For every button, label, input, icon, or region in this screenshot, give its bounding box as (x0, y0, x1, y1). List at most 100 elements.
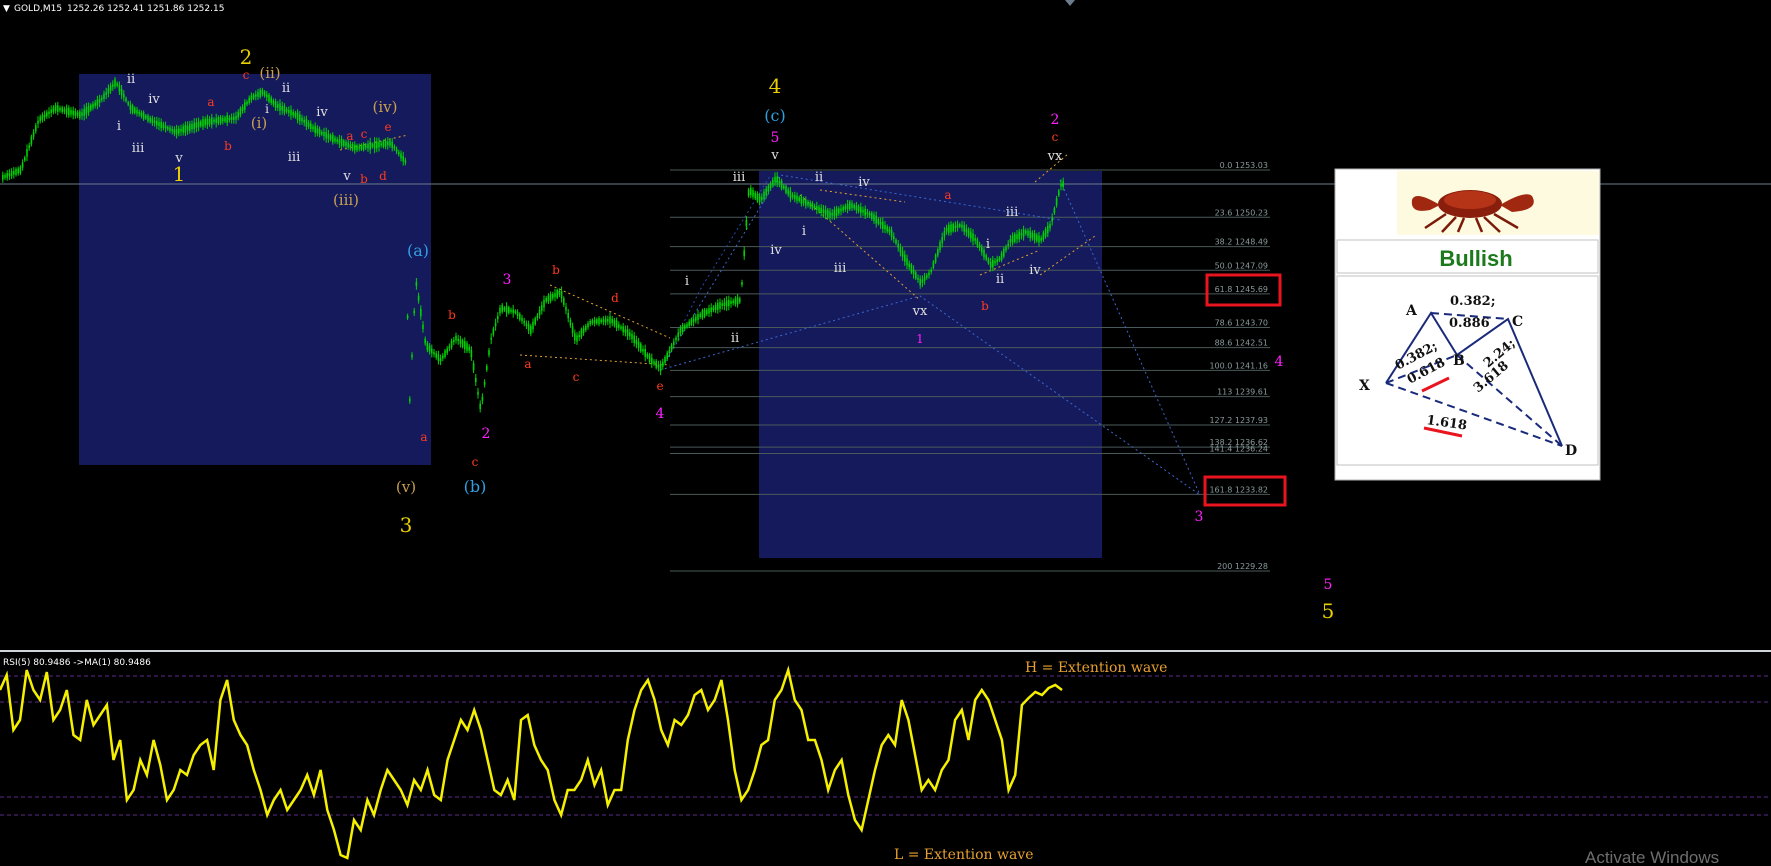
symbol-label: GOLD,M15 (14, 4, 62, 14)
wave-label: 1 (173, 162, 186, 186)
fib-label: 61.8 1245.69 (1215, 285, 1268, 294)
wave-label: i (802, 224, 806, 239)
fib-label: 23.6 1250.23 (1215, 208, 1268, 217)
wave-label: a (207, 95, 214, 109)
wave-label: v (770, 148, 779, 163)
wave-label: ii (996, 272, 1004, 287)
wave-label: 4 (1275, 354, 1284, 370)
wave-label: (a) (407, 241, 429, 260)
rsi-levels (0, 675, 1771, 816)
trading-chart: 0.0 1253.03 23.6 1250.23 38.2 1248.49 50.0 … (0, 0, 1771, 866)
wave-label: i (986, 237, 990, 252)
shift-marker-icon (1065, 0, 1075, 6)
wave-label: 1 (916, 332, 924, 346)
wave-label: a (346, 129, 353, 143)
wave-label: iv (858, 175, 870, 190)
pattern-panel: Bullish X A B C D 0.382; 0.886 0.382; 0.… (1334, 168, 1601, 481)
fib-label: 100.0 1241.16 (1209, 361, 1268, 370)
wave-label: 5 (771, 130, 780, 146)
wave-label: ii (282, 81, 290, 96)
wave-label: 3 (400, 513, 413, 537)
wave-label: iii (834, 261, 846, 276)
ratio-ab-2: 0.886 (1449, 316, 1490, 331)
wave-label: iii (132, 141, 144, 156)
wave-label: i (685, 274, 689, 289)
wave-label: a (524, 357, 531, 371)
wave-label: iii (733, 170, 745, 185)
fib-label: 127.2 1237.93 (1209, 416, 1268, 425)
rsi-header: RSI(5) 80.9486 ->MA(1) 80.9486 (3, 658, 151, 668)
wave-label: iv (316, 105, 328, 120)
fib-label: 0.0 1253.03 (1220, 161, 1268, 170)
wave-label: vx (1047, 149, 1063, 164)
wave-label: v (342, 169, 351, 184)
wave-label: 2 (240, 45, 253, 69)
fib-label: 161.8 1233.82 (1209, 485, 1268, 494)
wave-label: c (361, 127, 368, 141)
wave-label: vx (912, 304, 928, 319)
wave-label: c (573, 370, 580, 384)
wave-label: ii (731, 331, 739, 346)
fib-label: 88.6 1242.51 (1215, 339, 1268, 348)
wave-label: b (224, 139, 232, 153)
wave-label: 5 (1324, 577, 1333, 593)
wave-label: c (472, 455, 479, 469)
wave-label: b (360, 172, 368, 186)
wave-label: iii (1006, 205, 1018, 220)
wave-label: i (117, 119, 121, 134)
point-d: D (1565, 443, 1577, 459)
wave-label: b (981, 299, 989, 313)
wave-label: 2 (1051, 112, 1060, 128)
pattern-title: Bullish (1439, 246, 1512, 271)
wave-label: iv (770, 243, 782, 258)
wave-label: 3 (503, 272, 512, 288)
wave-label: i (265, 102, 269, 116)
wave-label: (i) (251, 114, 268, 132)
fib-label: 113 1239.61 (1217, 388, 1268, 397)
wave-label: d (611, 291, 619, 305)
chart-collapse-icon[interactable]: ▼ (3, 4, 10, 14)
point-a: A (1405, 303, 1418, 319)
windows-watermark: Activate Windows (1585, 848, 1719, 866)
wave-label: (b) (464, 477, 487, 496)
wave-label: b (552, 263, 560, 277)
wave-label: e (656, 379, 663, 393)
fib-label: 38.2 1248.49 (1215, 238, 1268, 247)
wave-label: (ii) (259, 64, 280, 82)
fib-label: 78.6 1243.70 (1215, 319, 1268, 328)
wave-label: 4 (769, 74, 782, 98)
wave-label: ii (127, 72, 135, 87)
wave-label: (v) (396, 478, 416, 496)
wave-label: e (384, 120, 391, 134)
zone-box-left (79, 74, 431, 465)
zone-box-right (759, 171, 1102, 558)
rsi-line (0, 665, 1063, 860)
ohlc-values: 1252.26 1252.41 1251.86 1252.15 (67, 4, 224, 14)
wave-label: (c) (764, 106, 785, 125)
point-b: B (1453, 353, 1465, 369)
wave-label: 4 (656, 406, 665, 422)
rsi-note-high: H = Extention wave (1025, 660, 1167, 676)
wave-label: (iv) (373, 98, 398, 116)
wave-label: (iii) (333, 191, 359, 209)
rsi-note-low: L = Extention wave (894, 847, 1034, 863)
wave-label: 5 (1322, 599, 1335, 623)
wave-label: iv (1029, 263, 1041, 278)
ratio-ab-1: 0.382; (1450, 294, 1496, 309)
wave-label: 2 (482, 426, 491, 442)
point-c: C (1512, 314, 1523, 330)
fib-label: 50.0 1247.09 (1215, 261, 1268, 270)
fib-label: 141.4 1236.24 (1209, 444, 1268, 453)
wave-label: 3 (1195, 509, 1204, 525)
wave-label: d (379, 169, 387, 183)
wave-label: iv (148, 92, 160, 107)
wave-label: c (243, 68, 250, 82)
wave-label: c (1052, 130, 1059, 144)
point-x: X (1359, 378, 1370, 394)
wave-label: iii (288, 150, 300, 165)
wave-label: a (944, 188, 951, 202)
wave-label: b (448, 308, 456, 322)
wave-label: a (420, 430, 427, 444)
wave-label: ii (815, 170, 823, 185)
fib-label: 200 1229.28 (1217, 562, 1268, 571)
